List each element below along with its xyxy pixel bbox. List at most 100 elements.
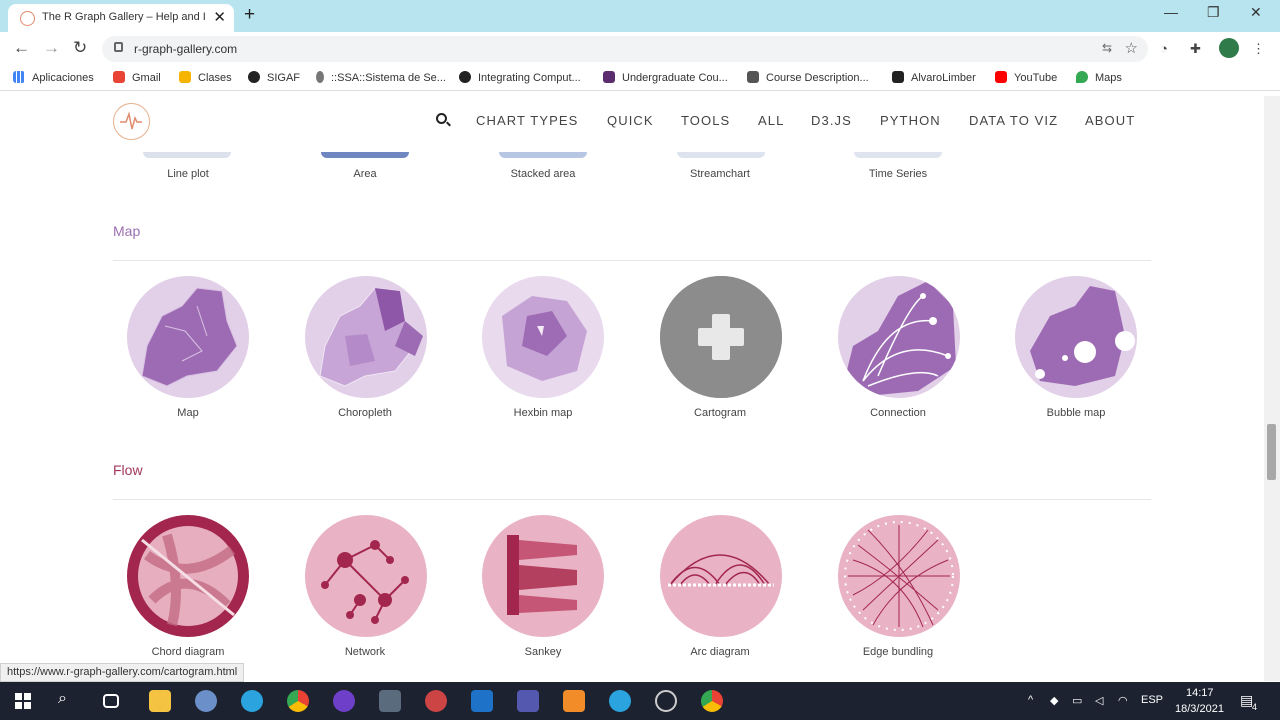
cartogram-thumbnail[interactable] <box>660 276 782 398</box>
search-icon[interactable] <box>436 113 447 124</box>
choropleth-thumbnail[interactable] <box>305 276 427 398</box>
sublime-icon[interactable] <box>563 690 585 712</box>
bookmark-clases[interactable]: Clases <box>179 71 232 84</box>
restore-icon[interactable]: ❐ <box>1207 4 1220 21</box>
browser-tab[interactable]: The R Graph Gallery – Help and Inspirati… <box>8 4 234 32</box>
translate-icon[interactable]: ⇆ <box>1102 41 1112 55</box>
r-app-icon[interactable] <box>195 690 217 712</box>
chord-diagram-thumbnail[interactable] <box>127 515 249 637</box>
bookmark-sigaf[interactable]: SIGAF <box>248 71 300 84</box>
bookmark-youtube[interactable]: YouTube <box>995 71 1057 84</box>
label-network[interactable]: Network <box>275 646 455 658</box>
label-bubble-map[interactable]: Bubble map <box>986 407 1166 419</box>
clock-time[interactable]: 14:17 <box>1186 687 1214 699</box>
window-close-icon[interactable]: ✕ <box>1250 4 1262 21</box>
edge-bundling-thumbnail[interactable] <box>838 515 960 637</box>
section-title-flow: Flow <box>113 462 143 478</box>
stacked-area-thumbnail[interactable] <box>499 152 587 158</box>
forward-icon[interactable]: → <box>43 38 60 58</box>
network-thumbnail[interactable] <box>305 515 427 637</box>
nav-tools[interactable]: TOOLS <box>681 113 730 128</box>
bubble-map-thumbnail[interactable] <box>1015 276 1137 398</box>
battery-icon[interactable]: ▭ <box>1072 694 1082 707</box>
tray-chevron-icon[interactable]: ^ <box>1028 694 1033 706</box>
arc-diagram-thumbnail[interactable] <box>660 515 782 637</box>
taskbar-search-icon[interactable]: ⌕ <box>58 690 80 712</box>
page-scrollbar[interactable] <box>1264 96 1280 681</box>
dropbox-icon[interactable]: ◆ <box>1050 694 1058 707</box>
menu-dots-icon[interactable]: ⋮ <box>1252 41 1265 57</box>
label-sankey[interactable]: Sankey <box>453 646 633 658</box>
volume-icon[interactable]: ◁ <box>1095 694 1103 707</box>
teams-icon[interactable] <box>517 690 539 712</box>
reload-icon[interactable]: ↻ <box>73 38 87 58</box>
file-explorer-icon[interactable] <box>149 690 171 712</box>
bookmark-alvarolimber[interactable]: AlvaroLimber <box>892 71 976 84</box>
github-icon[interactable] <box>333 690 355 712</box>
label-map[interactable]: Map <box>98 407 278 419</box>
label-stacked-area[interactable]: Stacked area <box>453 168 633 180</box>
chrome-icon[interactable] <box>287 690 309 712</box>
scrollbar-thumb[interactable] <box>1267 424 1276 480</box>
bookmark-integrating[interactable]: Integrating Comput... <box>459 71 581 84</box>
address-bar[interactable]: r-graph-gallery.com ⇆ ☆ <box>102 36 1148 62</box>
label-line-plot[interactable]: Line plot <box>98 168 278 180</box>
puzzle-extensions-icon[interactable]: ✚ <box>1190 41 1201 57</box>
app-icon[interactable] <box>425 690 447 712</box>
sankey-thumbnail[interactable] <box>482 515 604 637</box>
task-view-icon[interactable] <box>103 694 119 708</box>
minimize-icon[interactable]: — <box>1164 4 1178 20</box>
label-cartogram[interactable]: Cartogram <box>630 407 810 419</box>
section-title-map: Map <box>113 223 141 239</box>
nav-quick[interactable]: QUICK <box>607 113 654 128</box>
new-tab-icon[interactable]: + <box>244 4 255 26</box>
wifi-icon[interactable]: ◠ <box>1118 694 1128 707</box>
address-url[interactable]: r-graph-gallery.com <box>134 42 237 56</box>
connection-thumbnail[interactable] <box>838 276 960 398</box>
telegram-icon[interactable] <box>609 690 631 712</box>
label-area[interactable]: Area <box>275 168 455 180</box>
close-tab-icon[interactable]: ✕ <box>213 8 226 26</box>
nav-d3js[interactable]: D3.JS <box>811 113 852 128</box>
label-arc-diagram[interactable]: Arc diagram <box>630 646 810 658</box>
hexbin-map-thumbnail[interactable] <box>482 276 604 398</box>
label-connection[interactable]: Connection <box>808 407 988 419</box>
label-time-series[interactable]: Time Series <box>808 168 988 180</box>
line-plot-thumbnail[interactable] <box>143 152 231 158</box>
time-series-thumbnail[interactable] <box>854 152 942 158</box>
back-icon[interactable]: ← <box>13 38 30 58</box>
bookmark-maps[interactable]: Maps <box>1076 71 1122 84</box>
bulb-icon <box>316 71 324 83</box>
nav-data-to-viz[interactable]: DATA TO VIZ <box>969 113 1058 128</box>
bookmark-star-icon[interactable]: ☆ <box>1125 39 1138 57</box>
label-streamchart[interactable]: Streamchart <box>630 168 810 180</box>
streamchart-thumbnail[interactable] <box>677 152 765 158</box>
map-thumbnail[interactable] <box>127 276 249 398</box>
windows-start-icon[interactable] <box>12 690 34 712</box>
maps-pin-icon <box>1076 71 1088 83</box>
label-hexbin-map[interactable]: Hexbin map <box>453 407 633 419</box>
clock-date[interactable]: 18/3/2021 <box>1175 703 1224 715</box>
outlook-icon[interactable] <box>471 690 493 712</box>
label-choropleth[interactable]: Choropleth <box>275 407 455 419</box>
label-chord-diagram[interactable]: Chord diagram <box>98 646 278 658</box>
area-thumbnail[interactable] <box>321 152 409 158</box>
bookmark-course[interactable]: Course Description... <box>747 71 869 84</box>
bookmark-apps[interactable]: Aplicaciones <box>13 71 94 84</box>
label-edge-bundling[interactable]: Edge bundling <box>808 646 988 658</box>
bookmark-undergraduate[interactable]: Undergraduate Cou... <box>603 71 728 84</box>
calculator-icon[interactable] <box>379 690 401 712</box>
site-logo[interactable] <box>113 103 150 140</box>
nav-about[interactable]: ABOUT <box>1085 113 1135 128</box>
telegram-icon[interactable] <box>241 690 263 712</box>
bookmark-gmail[interactable]: Gmail <box>113 71 161 84</box>
nav-python[interactable]: PYTHON <box>880 113 941 128</box>
chrome-active-icon[interactable] <box>701 690 723 712</box>
extension-icon[interactable]: ◔ <box>1160 41 1168 56</box>
obs-icon[interactable] <box>655 690 677 712</box>
nav-all[interactable]: ALL <box>758 113 784 128</box>
bookmark-ssa[interactable]: ::SSA::Sistema de Se... <box>316 71 446 84</box>
language-indicator[interactable]: ESP <box>1141 694 1163 706</box>
nav-chart-types[interactable]: CHART TYPES <box>476 113 578 128</box>
profile-avatar[interactable] <box>1219 38 1239 58</box>
